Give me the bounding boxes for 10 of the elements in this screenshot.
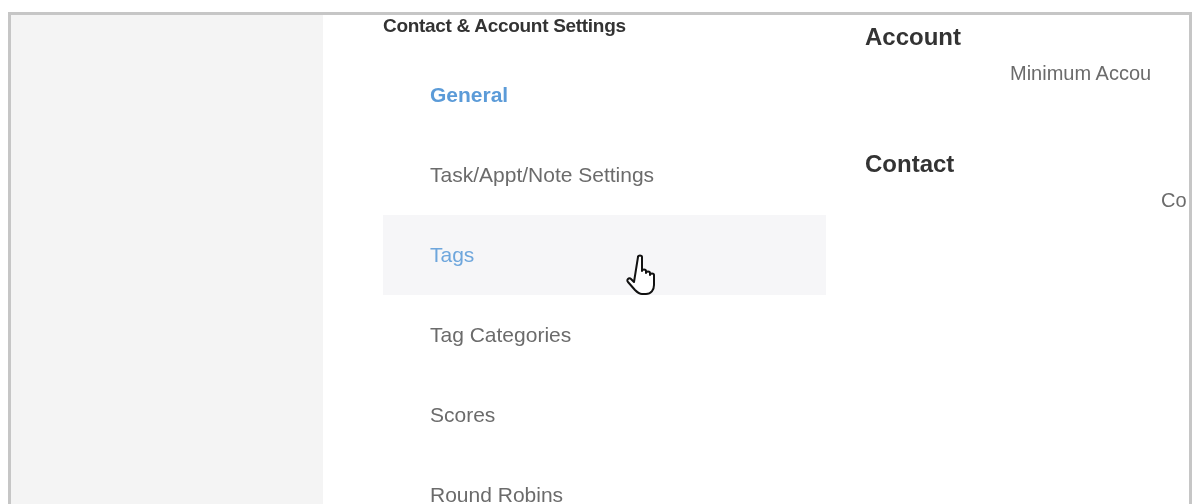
field-label: Co: [1161, 189, 1187, 211]
settings-heading: Contact & Account Settings: [383, 15, 627, 38]
section-title: Account: [865, 22, 962, 52]
sidebar-item[interactable]: Scores: [383, 375, 826, 455]
sidebar-item[interactable]: Round Robins: [383, 455, 826, 504]
sidebar-item[interactable]: General: [383, 55, 826, 135]
sidebar-item[interactable]: Task/Appt/Note Settings: [383, 135, 826, 215]
field-label: Minimum Accou: [1010, 62, 1152, 84]
section-title: Contact: [865, 149, 956, 179]
sidebar-item[interactable]: Tag Categories: [383, 295, 826, 375]
